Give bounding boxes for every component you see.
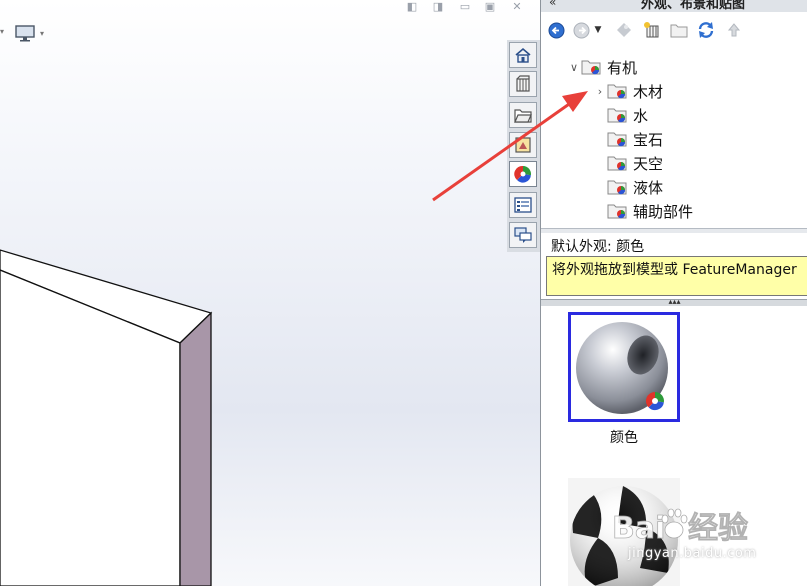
appearances-task-pane: « 外观、布景和贴图 ▼ ∨ 有机 › 木材 水 宝石 天空 液体 辅助部件 默… xyxy=(540,0,807,586)
drag-hint-tooltip: 将外观拖放到模型或 FeatureManager xyxy=(546,256,807,296)
3d-model[interactable] xyxy=(0,240,230,586)
tree-node-organic[interactable]: ∨ 有机 xyxy=(567,56,637,78)
minimize-icon[interactable]: ▭ xyxy=(458,0,472,14)
tree-node-sky[interactable]: 天空 xyxy=(607,152,663,174)
graphics-area[interactable]: ◧ ◨ ▭ ▣ ✕ ▾ ▾ xyxy=(0,0,540,586)
expand-arrow-icon[interactable]: › xyxy=(593,85,607,98)
svg-text:经验: 经验 xyxy=(688,511,748,546)
tile-right-icon[interactable]: ◨ xyxy=(431,0,445,14)
home-icon xyxy=(515,47,531,63)
tree-node-water[interactable]: 水 xyxy=(607,104,648,126)
tree-node-wood[interactable]: › 木材 xyxy=(593,80,663,102)
view-palette-icon xyxy=(515,137,531,153)
folder-icon xyxy=(670,24,688,38)
glossy-sphere-icon xyxy=(571,315,677,419)
tab-design-library[interactable] xyxy=(509,71,537,97)
tree-label: 辅助部件 xyxy=(633,202,694,221)
tree-label: 水 xyxy=(633,106,649,125)
appearance-folder-icon xyxy=(607,178,629,196)
task-pane-tab-strip xyxy=(507,40,540,252)
task-pane-title: 外观、布景和贴图 xyxy=(641,0,746,12)
appearance-folder-icon xyxy=(607,154,629,172)
task-pane-toolbar: ▼ xyxy=(541,16,807,44)
task-pane-title-bar: « 外观、布景和贴图 xyxy=(541,0,807,12)
appearances-icon xyxy=(514,165,531,183)
tab-forum[interactable] xyxy=(509,222,537,248)
appearance-tree: ∨ 有机 › 木材 水 宝石 天空 液体 辅助部件 xyxy=(541,50,807,228)
add-library-icon xyxy=(644,22,659,38)
add-folder-button[interactable] xyxy=(669,20,689,40)
pane-splitter[interactable]: ▴▴▴ xyxy=(541,298,807,306)
tab-custom-properties[interactable] xyxy=(509,192,537,218)
add-library-button[interactable] xyxy=(642,20,662,40)
appearance-folder-icon xyxy=(607,130,629,148)
up-level-button[interactable] xyxy=(724,20,744,40)
dropdown-caret-icon[interactable]: ▾ xyxy=(0,27,10,41)
design-library-icon xyxy=(516,75,530,92)
monitor-icon[interactable] xyxy=(14,24,36,42)
history-dropdown-icon[interactable]: ▼ xyxy=(592,20,604,40)
appearance-folder-icon xyxy=(607,202,629,220)
tree-label: 木材 xyxy=(633,82,664,101)
add-to-favorites-button[interactable] xyxy=(614,20,634,40)
close-icon[interactable]: ✕ xyxy=(510,0,524,14)
custom-properties-icon xyxy=(514,197,532,213)
favorites-icon xyxy=(617,23,631,37)
svg-text:Bai: Bai xyxy=(612,511,665,546)
tab-home[interactable] xyxy=(509,42,537,68)
tree-label: 宝石 xyxy=(633,130,664,149)
forward-arrow-icon xyxy=(573,22,589,38)
tree-node-liquids[interactable]: 液体 xyxy=(607,176,663,198)
tree-node-gems[interactable]: 宝石 xyxy=(607,128,663,150)
monitor-dropdown-caret-icon[interactable]: ▾ xyxy=(40,29,44,38)
restore-icon[interactable]: ▣ xyxy=(483,0,497,14)
default-appearance-label: 默认外观: 颜色 xyxy=(551,239,645,255)
forum-icon xyxy=(514,227,532,243)
file-explorer-icon xyxy=(514,109,532,123)
watermark-url: jingyan.baidu.com xyxy=(628,546,757,561)
tree-label: 天空 xyxy=(633,154,664,173)
baidu-watermark-logo: Bai 经验 xyxy=(612,508,748,546)
tree-label: 液体 xyxy=(633,178,664,197)
appearance-label-color: 颜色 xyxy=(610,430,638,446)
forward-button[interactable] xyxy=(571,20,591,40)
appearance-folder-icon xyxy=(581,58,603,76)
divider xyxy=(541,228,807,233)
appearance-folder-icon xyxy=(607,106,629,124)
tab-appearances[interactable] xyxy=(509,161,537,187)
back-button[interactable] xyxy=(546,20,566,40)
collapse-arrow-icon[interactable]: ∨ xyxy=(567,61,581,74)
tile-left-icon[interactable]: ◧ xyxy=(405,0,419,14)
up-arrow-icon xyxy=(727,23,741,37)
tree-label: 有机 xyxy=(607,58,638,77)
tree-node-auxiliary[interactable]: 辅助部件 xyxy=(607,200,693,222)
back-arrow-icon xyxy=(548,22,564,38)
tab-file-explorer[interactable] xyxy=(509,102,537,128)
refresh-button[interactable] xyxy=(696,20,716,40)
appearance-thumbnail-color[interactable] xyxy=(568,312,680,422)
collapse-pane-icon[interactable]: « xyxy=(549,0,556,9)
appearance-folder-icon xyxy=(607,82,629,100)
tab-view-palette[interactable] xyxy=(509,132,537,158)
refresh-icon xyxy=(698,22,714,38)
